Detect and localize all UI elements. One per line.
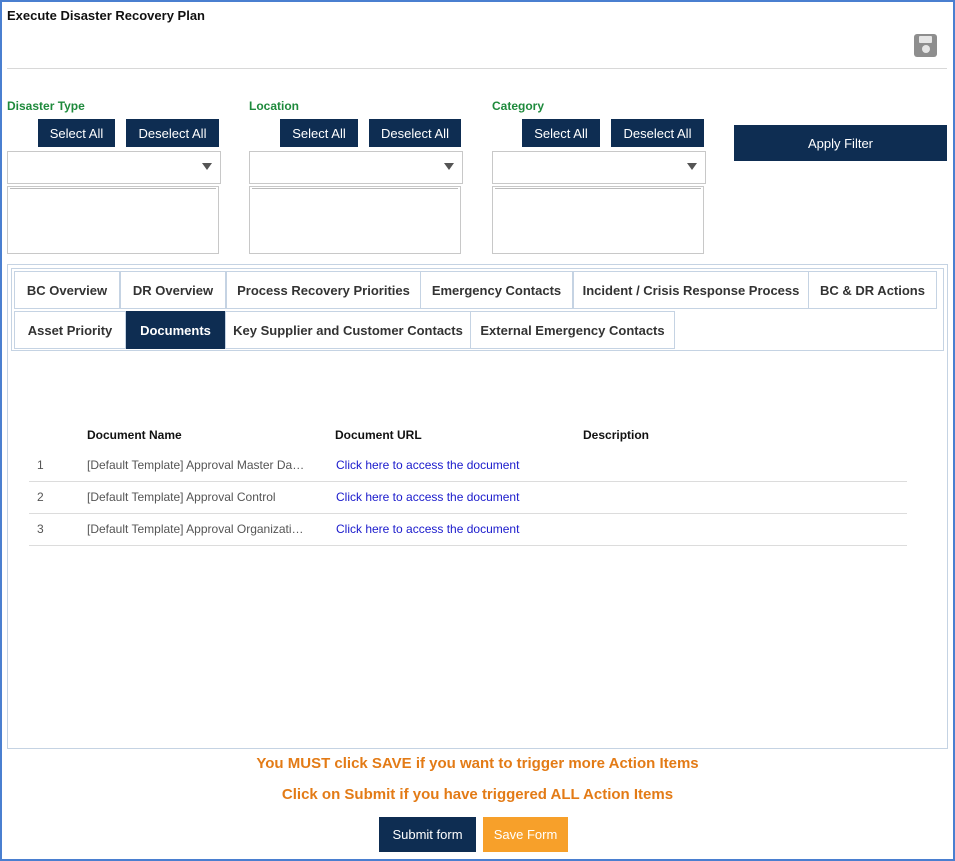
location-dropdown[interactable] bbox=[249, 151, 463, 184]
document-link[interactable]: Click here to access the document bbox=[336, 490, 519, 504]
column-header-document-url: Document URL bbox=[335, 428, 422, 442]
tab-bc-overview[interactable]: BC Overview bbox=[14, 271, 120, 309]
row-number: 1 bbox=[37, 458, 44, 472]
tab-bc-dr-actions[interactable]: BC & DR Actions bbox=[808, 271, 937, 309]
category-select-all-button[interactable]: Select All bbox=[522, 119, 600, 147]
table-row: 1 [Default Template] Approval Master Da…… bbox=[29, 450, 907, 482]
listbox-divider bbox=[252, 188, 458, 189]
document-link[interactable]: Click here to access the document bbox=[336, 522, 519, 536]
location-select-all-button[interactable]: Select All bbox=[280, 119, 358, 147]
submit-info-message: Click on Submit if you have triggered AL… bbox=[281, 786, 674, 803]
location-deselect-all-button[interactable]: Deselect All bbox=[369, 119, 461, 147]
document-name: [Default Template] Approval Master Da… bbox=[87, 458, 305, 472]
tab-documents[interactable]: Documents bbox=[126, 311, 225, 349]
tab-asset-priority[interactable]: Asset Priority bbox=[14, 311, 126, 349]
chevron-down-icon bbox=[202, 163, 212, 170]
category-dropdown[interactable] bbox=[492, 151, 706, 184]
header-divider bbox=[7, 68, 947, 69]
listbox-divider bbox=[10, 188, 216, 189]
column-header-description: Description bbox=[583, 428, 650, 442]
filter-label-category: Category bbox=[492, 99, 545, 113]
tab-external-emergency-contacts[interactable]: External Emergency Contacts bbox=[470, 311, 675, 349]
tab-incident-crisis-response-process[interactable]: Incident / Crisis Response Process bbox=[573, 271, 809, 309]
listbox-divider bbox=[495, 188, 701, 189]
chevron-down-icon bbox=[444, 163, 454, 170]
row-number: 3 bbox=[37, 522, 44, 536]
floppy-disk-icon[interactable] bbox=[914, 34, 937, 57]
floppy-disk-slot bbox=[919, 36, 932, 43]
row-number: 2 bbox=[37, 490, 44, 504]
submit-form-button[interactable]: Submit form bbox=[379, 817, 476, 852]
disaster-type-listbox[interactable] bbox=[7, 186, 219, 254]
save-warning-message: You MUST click SAVE if you want to trigg… bbox=[256, 755, 699, 772]
filter-label-disaster-type: Disaster Type bbox=[7, 99, 85, 113]
category-deselect-all-button[interactable]: Deselect All bbox=[611, 119, 704, 147]
chevron-down-icon bbox=[687, 163, 697, 170]
table-row: 2 [Default Template] Approval Control Cl… bbox=[29, 482, 907, 514]
floppy-disk-hub bbox=[922, 45, 930, 53]
save-form-button[interactable]: Save Form bbox=[483, 817, 568, 852]
disaster-type-deselect-all-button[interactable]: Deselect All bbox=[126, 119, 219, 147]
table-row: 3 [Default Template] Approval Organizati… bbox=[29, 514, 907, 546]
tab-process-recovery-priorities[interactable]: Process Recovery Priorities bbox=[226, 271, 421, 309]
category-listbox[interactable] bbox=[492, 186, 704, 254]
tab-key-supplier-and-customer-contacts[interactable]: Key Supplier and Customer Contacts bbox=[225, 311, 471, 349]
apply-filter-button[interactable]: Apply Filter bbox=[734, 125, 947, 161]
location-listbox[interactable] bbox=[249, 186, 461, 254]
document-name: [Default Template] Approval Control bbox=[87, 490, 276, 504]
tab-emergency-contacts[interactable]: Emergency Contacts bbox=[420, 271, 573, 309]
filter-label-location: Location bbox=[249, 99, 299, 113]
tab-dr-overview[interactable]: DR Overview bbox=[120, 271, 226, 309]
disaster-type-select-all-button[interactable]: Select All bbox=[38, 119, 115, 147]
column-header-document-name: Document Name bbox=[87, 428, 182, 442]
page-title: Execute Disaster Recovery Plan bbox=[7, 8, 205, 23]
document-link[interactable]: Click here to access the document bbox=[336, 458, 519, 472]
document-name: [Default Template] Approval Organizati… bbox=[87, 522, 304, 536]
disaster-type-dropdown[interactable] bbox=[7, 151, 221, 184]
